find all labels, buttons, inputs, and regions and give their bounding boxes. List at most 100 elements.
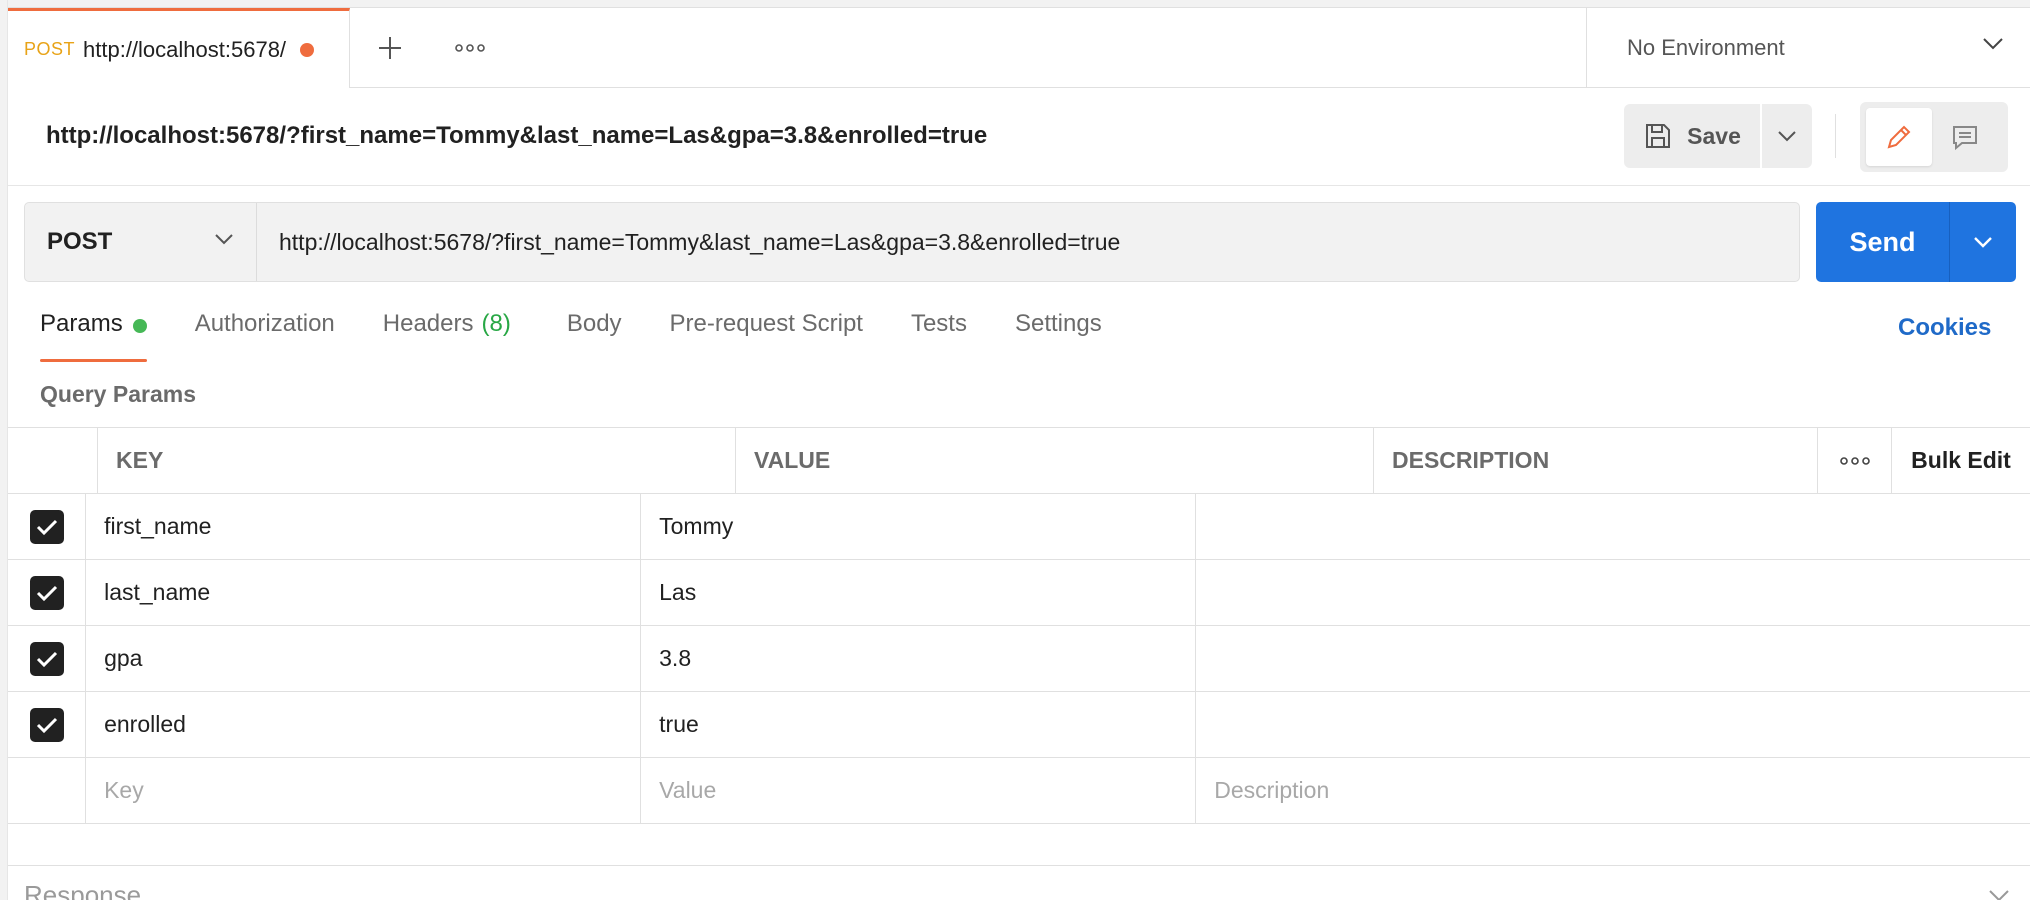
tab-pre-request-script[interactable]: Pre-request Script [670, 310, 863, 362]
check-icon [36, 717, 57, 733]
tab-options-button[interactable] [448, 26, 492, 70]
left-frame-edge [0, 0, 8, 900]
param-key[interactable]: last_name [86, 560, 642, 625]
chevron-down-icon [1989, 890, 2009, 900]
edit-mode-button[interactable] [1866, 108, 1932, 166]
request-header: http://localhost:5678/?first_name=Tommy&… [8, 88, 2030, 186]
save-options-button[interactable] [1762, 104, 1812, 168]
request-tab[interactable]: POST http://localhost:5678/ [8, 8, 350, 88]
chevron-down-icon [215, 234, 233, 245]
tab-params[interactable]: Params [40, 310, 147, 362]
tab-url-label: http://localhost:5678/ [83, 36, 287, 62]
send-options-button[interactable] [1950, 202, 2016, 282]
bulk-edit-button[interactable]: Bulk Edit [1892, 428, 2030, 493]
param-value[interactable]: Las [641, 560, 1197, 625]
plus-icon [379, 37, 401, 59]
table-row: last_name Las [8, 560, 2030, 626]
new-value-input[interactable]: Value [641, 758, 1197, 823]
more-horizontal-icon [455, 44, 485, 52]
param-description[interactable] [1196, 560, 2030, 625]
table-row: enrolled true [8, 692, 2030, 758]
new-tab-button[interactable] [368, 26, 412, 70]
param-key[interactable]: gpa [86, 626, 642, 691]
view-mode-toggle [1860, 102, 2008, 172]
send-button[interactable]: Send [1816, 202, 1950, 282]
save-label: Save [1687, 122, 1741, 149]
request-title[interactable]: http://localhost:5678/?first_name=Tommy&… [46, 122, 987, 150]
check-icon [36, 651, 57, 667]
param-description[interactable] [1196, 626, 2030, 691]
tab-headers[interactable]: Headers (8) [383, 310, 511, 362]
table-row: first_name Tommy [8, 494, 2030, 560]
param-checkbox[interactable] [29, 575, 64, 610]
comment-icon [1953, 126, 1977, 151]
send-group: Send [1816, 202, 2016, 282]
comments-mode-button[interactable] [1932, 108, 1998, 166]
bulk-edit-label: Bulk Edit [1911, 447, 2011, 473]
pencil-icon [1887, 125, 1911, 149]
response-label: Response [24, 880, 142, 900]
table-row: gpa 3.8 [8, 626, 2030, 692]
response-pane-header[interactable]: Response [8, 865, 2030, 900]
chevron-down-icon [1974, 237, 1992, 248]
header-value: VALUE [736, 428, 1374, 493]
new-key-input[interactable]: Key [86, 758, 642, 823]
tab-label: Pre-request Script [669, 310, 863, 337]
param-key[interactable]: enrolled [86, 692, 642, 757]
save-icon [1646, 124, 1671, 148]
window-top-edge [0, 0, 2030, 8]
param-value[interactable]: 3.8 [641, 626, 1197, 691]
divider [1835, 114, 1836, 158]
row-checkbox-cell [8, 494, 87, 559]
row-checkbox-cell [8, 560, 87, 625]
query-params-table: KEY VALUE DESCRIPTION Bulk Edit first_na… [8, 427, 2030, 824]
header-description: DESCRIPTION [1374, 428, 1818, 493]
method-select[interactable]: POST [25, 203, 257, 281]
environment-selector[interactable]: No Environment [1586, 8, 2030, 88]
send-label: Send [1849, 226, 1916, 257]
tab-tests[interactable]: Tests [911, 310, 967, 362]
header-checkbox-cell [8, 428, 98, 493]
param-checkbox[interactable] [29, 707, 64, 742]
chevron-down-icon [1983, 38, 2003, 50]
tab-authorization[interactable]: Authorization [195, 310, 335, 362]
param-checkbox[interactable] [29, 509, 64, 544]
param-value[interactable]: true [641, 692, 1197, 757]
param-key[interactable]: first_name [86, 494, 642, 559]
query-params-heading: Query Params [40, 381, 196, 407]
tab-label: Tests [910, 310, 967, 337]
new-description-input[interactable]: Description [1196, 758, 2030, 823]
environment-label: No Environment [1627, 35, 1785, 60]
tab-bar: POST http://localhost:5678/ No Environme… [8, 8, 2030, 88]
tab-settings[interactable]: Settings [1015, 310, 1102, 362]
param-checkbox[interactable] [29, 641, 64, 676]
params-active-dot [132, 319, 147, 333]
request-tabs: Params Authorization Headers (8) Body Pr… [40, 310, 1150, 362]
url-input[interactable] [257, 203, 1799, 281]
headers-count: (8) [481, 310, 511, 337]
tab-label: Params [40, 310, 123, 337]
more-horizontal-icon [1839, 456, 1870, 465]
param-value[interactable]: Tommy [641, 494, 1197, 559]
param-description[interactable] [1196, 494, 2030, 559]
save-button[interactable]: Save [1624, 104, 1760, 168]
tab-method-label: POST [24, 39, 76, 59]
tab-label: Headers [382, 310, 474, 337]
header-key: KEY [98, 428, 736, 493]
row-checkbox-cell [8, 758, 87, 823]
cookies-link[interactable]: Cookies [1898, 314, 1991, 342]
check-icon [36, 585, 57, 601]
save-group: Save [1624, 104, 1812, 168]
param-description[interactable] [1196, 692, 2030, 757]
column-options-button[interactable] [1818, 428, 1892, 493]
url-bar: POST [24, 202, 1800, 282]
row-checkbox-cell [8, 626, 87, 691]
unsaved-changes-dot [300, 42, 315, 57]
row-checkbox-cell [8, 692, 87, 757]
method-value: POST [47, 228, 113, 255]
table-row-new: Key Value Description [8, 758, 2030, 824]
tab-body[interactable]: Body [567, 310, 622, 362]
tab-label: Body [566, 310, 622, 337]
chevron-down-icon [1778, 131, 1796, 142]
tab-label: Authorization [194, 310, 335, 337]
